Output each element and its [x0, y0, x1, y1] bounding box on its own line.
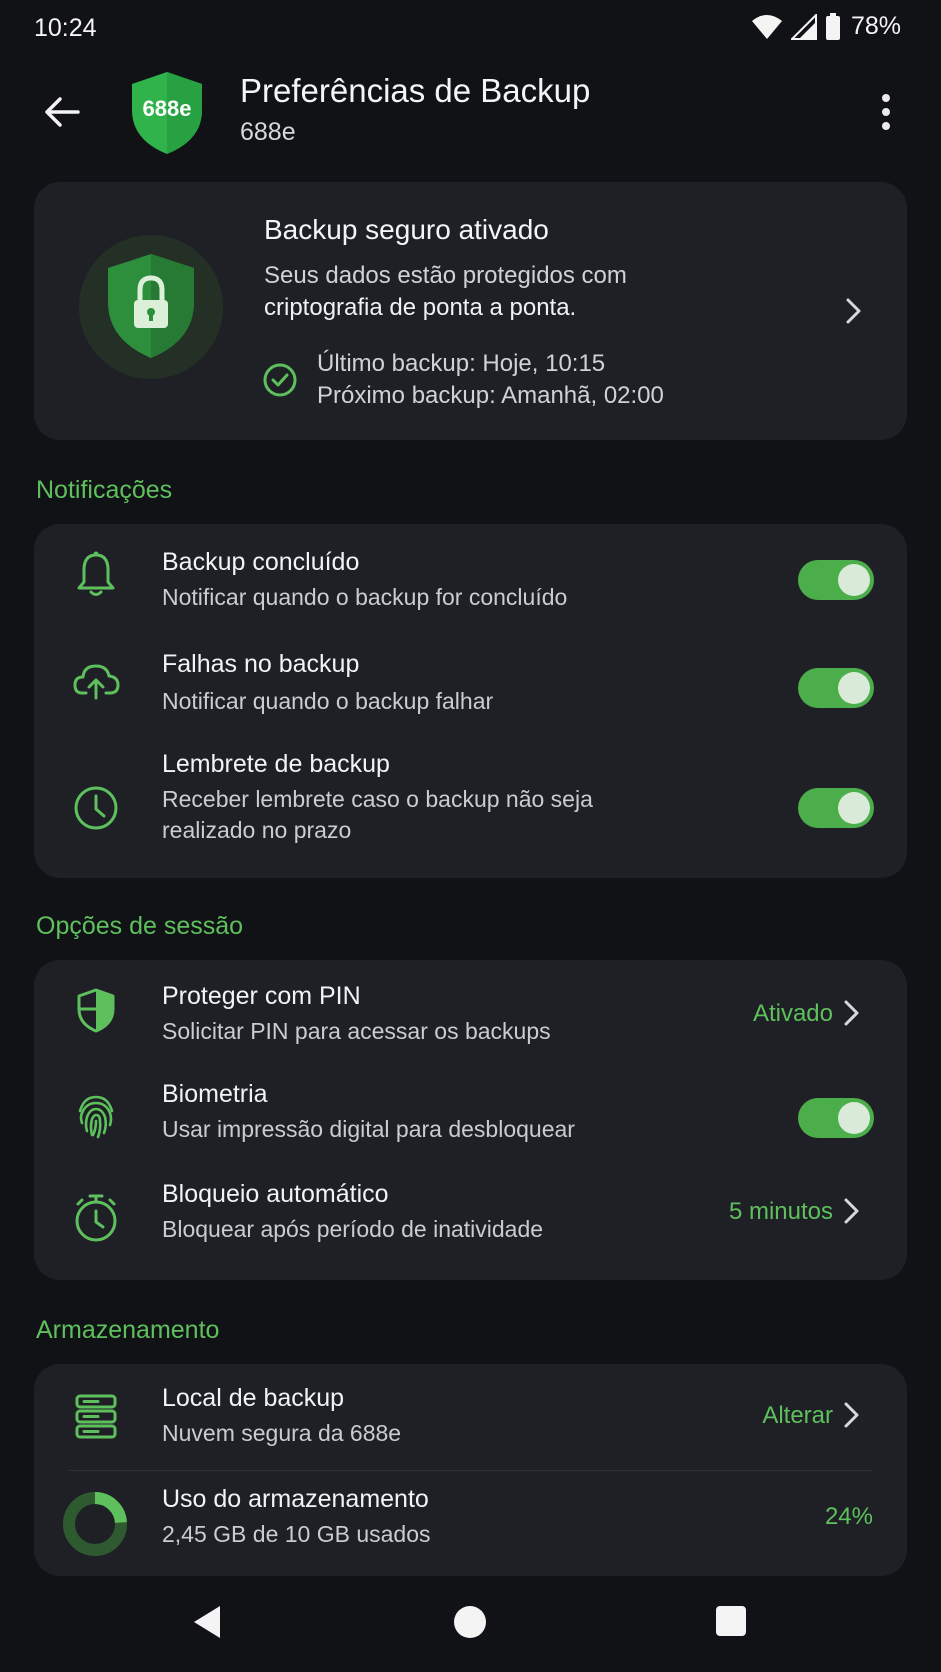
setting-subtitle: Receber lembrete caso o backup não seja … [162, 786, 593, 843]
setting-row-backup-failures[interactable]: Falhas no backup Notificar quando o back… [34, 630, 907, 736]
setting-subtitle: Usar impressão digital para desbloquear [162, 1116, 575, 1142]
shield-lock-icon [79, 235, 223, 379]
chevron-right-icon [844, 1402, 859, 1428]
wifi-icon [751, 14, 782, 39]
page-title: Preferências de Backup [240, 72, 591, 109]
setting-title: Bloqueio automático [162, 1180, 389, 1208]
nav-back-icon[interactable] [192, 1604, 222, 1640]
system-nav-bar [0, 1580, 941, 1672]
chevron-right-icon [846, 298, 861, 324]
page-subtitle: 688e [240, 118, 296, 146]
bell-icon [68, 546, 124, 602]
status-icons: 78% [751, 12, 901, 41]
fingerprint-icon [68, 1088, 124, 1144]
more-dot [882, 108, 890, 116]
app-bar: 688e Preferências de Backup 688e [0, 62, 941, 162]
setting-row-backup-reminder[interactable]: Lembrete de backup Receber lembrete caso… [34, 736, 907, 878]
hero-desc-line2: criptografia de ponta a ponta. [264, 294, 577, 321]
setting-subtitle: 2,45 GB de 10 GB usados [162, 1521, 431, 1547]
toggle-knob [838, 1102, 870, 1134]
pin-status-value: Ativado [752, 1000, 833, 1027]
setting-title: Local de backup [162, 1384, 345, 1412]
section-title-notifications: Notificações [36, 476, 173, 504]
section-title-storage: Armazenamento [36, 1316, 220, 1344]
toggle-knob [838, 564, 870, 596]
backup-status-card[interactable]: Backup seguro ativado Seus dados estão p… [34, 182, 907, 440]
status-time: 10:24 [34, 14, 97, 42]
hero-desc-line1: Seus dados estão protegidos com [264, 262, 627, 289]
logo-text: 688e [142, 96, 192, 121]
back-button[interactable] [36, 86, 88, 138]
more-vert-icon [882, 94, 890, 102]
setting-title: Proteger com PIN [162, 982, 361, 1010]
setting-row-biometrics[interactable]: Biometria Usar impressão digital para de… [34, 1066, 907, 1172]
setting-row-storage-usage[interactable]: Uso do armazenamento 2,45 GB de 10 GB us… [34, 1471, 907, 1576]
more-options-button[interactable] [866, 88, 906, 136]
shield-half-icon [68, 982, 124, 1038]
check-circle-icon [263, 363, 297, 397]
setting-subtitle: Bloquear após período de inatividade [162, 1216, 544, 1242]
server-icon [68, 1388, 124, 1444]
storage-card: Local de backup Nuvem segura da 688e Alt… [34, 1364, 907, 1576]
cloud-upload-icon [68, 652, 124, 708]
setting-title: Uso do armazenamento [162, 1485, 429, 1513]
setting-subtitle: Notificar quando o backup for concluído [162, 584, 568, 610]
app-logo: 688e [128, 70, 206, 156]
session-card: Proteger com PIN Solicitar PIN para aces… [34, 960, 907, 1280]
last-backup-text: Último backup: Hoje, 10:15 [317, 350, 606, 377]
toggle-knob [838, 672, 870, 704]
setting-row-auto-lock[interactable]: Bloqueio automático Bloquear após períod… [34, 1172, 907, 1280]
storage-usage-percent: 24% [824, 1503, 873, 1530]
toggle-knob [838, 792, 870, 824]
toggle-backup-reminder[interactable] [798, 788, 874, 828]
toggle-backup-failures[interactable] [798, 668, 874, 708]
setting-subtitle: Nuvem segura da 688e [162, 1420, 402, 1446]
signal-icon [790, 13, 817, 40]
setting-title: Biometria [162, 1080, 268, 1108]
nav-recents-icon[interactable] [716, 1606, 746, 1636]
setting-subtitle: Notificar quando o backup falhar [162, 688, 494, 714]
clock-icon [68, 780, 124, 836]
auto-lock-value: 5 minutos [728, 1198, 833, 1225]
hero-description: Seus dados estão protegidos com criptogr… [264, 260, 744, 324]
notifications-card: Backup concluído Notificar quando o back… [34, 524, 907, 878]
setting-title: Falhas no backup [162, 650, 360, 678]
battery-percentage: 78% [850, 12, 901, 40]
toggle-biometrics[interactable] [798, 1098, 874, 1138]
nav-home-icon[interactable] [454, 1606, 486, 1638]
setting-subtitle: Solicitar PIN para acessar os backups [162, 1018, 551, 1044]
next-backup-text: Próximo backup: Amanhã, 02:00 [317, 382, 664, 409]
chevron-right-icon [844, 1198, 859, 1224]
more-dot [882, 122, 890, 130]
status-bar: 10:24 78% [0, 0, 941, 56]
chevron-right-icon [844, 1000, 859, 1026]
battery-icon [825, 12, 840, 40]
toggle-backup-complete[interactable] [798, 560, 874, 600]
setting-row-pin[interactable]: Proteger com PIN Solicitar PIN para aces… [34, 960, 907, 1066]
setting-row-backup-complete[interactable]: Backup concluído Notificar quando o back… [34, 524, 907, 630]
section-title-session: Opções de sessão [36, 912, 244, 940]
timer-icon [68, 1190, 124, 1246]
backup-location-change[interactable]: Alterar [762, 1402, 833, 1430]
setting-title: Backup concluído [162, 548, 360, 576]
setting-title: Lembrete de backup [162, 750, 390, 778]
donut-chart-icon [62, 1491, 128, 1557]
setting-row-backup-location[interactable]: Local de backup Nuvem segura da 688e Alt… [34, 1364, 907, 1470]
arrow-left-icon [45, 97, 80, 127]
hero-title: Backup seguro ativado [264, 214, 549, 245]
